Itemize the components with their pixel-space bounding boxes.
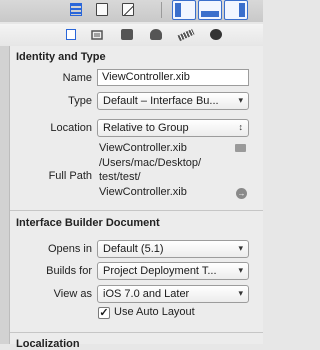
name-field[interactable]: ViewController.xib: [97, 69, 249, 86]
popup-arrow-icon: ▾: [238, 265, 243, 275]
show-navigator-button[interactable]: [172, 0, 196, 20]
left-edge-strip: [0, 46, 10, 344]
right-pane-icon: [239, 3, 245, 17]
localization-heading: Localization: [16, 338, 80, 350]
use-auto-layout-checkbox[interactable]: ✓: [98, 307, 110, 319]
top-toolbar: [0, 0, 263, 22]
file-inspector-panel: Identity and Type Name ViewController.xi…: [10, 46, 263, 350]
identity-and-type-heading: Identity and Type: [16, 51, 106, 63]
toolbar-separator: [161, 2, 162, 18]
left-pane-icon: [175, 3, 181, 17]
full-path-label: Full Path: [48, 170, 92, 182]
section-divider: [10, 210, 263, 211]
type-label: Type: [68, 95, 92, 107]
bottom-pane-icon: [201, 11, 219, 17]
opens-in-value: Default (5.1): [103, 243, 164, 255]
view-as-label: View as: [53, 288, 92, 300]
file-inspector-icon[interactable]: [66, 29, 76, 40]
connections-inspector-icon[interactable]: [210, 29, 222, 40]
type-popup-value: Default – Interface Bu...: [103, 95, 219, 107]
list-icon: [70, 3, 82, 16]
attributes-inspector-icon[interactable]: [150, 29, 162, 40]
full-path-line-1: /Users/mac/Desktop/: [99, 157, 202, 169]
builds-for-label: Builds for: [46, 265, 92, 277]
show-debug-area-button[interactable]: [198, 0, 222, 20]
location-popup[interactable]: Relative to Group ↕: [97, 119, 249, 137]
show-utilities-button[interactable]: [224, 0, 248, 20]
inspector-selector-bar: [0, 24, 263, 47]
view-as-popup[interactable]: iOS 7.0 and Later ▾: [97, 285, 249, 303]
view-as-value: iOS 7.0 and Later: [103, 288, 190, 300]
navigator-toggle-button[interactable]: [66, 1, 86, 19]
versions-toggle-button[interactable]: [118, 1, 138, 19]
type-popup[interactable]: Default – Interface Bu... ▾: [97, 92, 249, 110]
full-path-line-2: test/test/: [99, 171, 141, 183]
checkmark-icon: ✓: [99, 307, 109, 319]
stepper-arrow-icon: ↕: [238, 122, 244, 132]
size-inspector-icon[interactable]: [177, 28, 195, 42]
folder-icon[interactable]: [235, 144, 246, 152]
document-icon: [96, 3, 108, 16]
section-divider: [10, 332, 263, 333]
popup-arrow-icon: ▾: [238, 95, 243, 105]
opens-in-popup[interactable]: Default (5.1) ▾: [97, 240, 249, 258]
builds-for-popup[interactable]: Project Deployment T... ▾: [97, 262, 249, 280]
document-versions-icon: [122, 3, 134, 16]
location-file-name: ViewController.xib: [99, 142, 187, 154]
popup-arrow-icon: ▾: [238, 288, 243, 298]
opens-in-label: Opens in: [47, 243, 92, 255]
location-label: Location: [50, 122, 92, 134]
quick-help-icon[interactable]: [91, 29, 103, 41]
builds-for-value: Project Deployment T...: [103, 265, 217, 277]
popup-arrow-icon: ▾: [238, 243, 243, 253]
interface-builder-document-heading: Interface Builder Document: [16, 217, 160, 229]
reveal-in-finder-icon[interactable]: →: [236, 188, 247, 199]
name-label: Name: [62, 72, 92, 84]
full-path-line-3: ViewController.xib: [99, 186, 187, 198]
debug-toggle-button[interactable]: [92, 1, 112, 19]
location-popup-value: Relative to Group: [103, 122, 189, 134]
use-auto-layout-label: Use Auto Layout: [114, 306, 195, 318]
identity-inspector-icon[interactable]: [121, 29, 133, 40]
